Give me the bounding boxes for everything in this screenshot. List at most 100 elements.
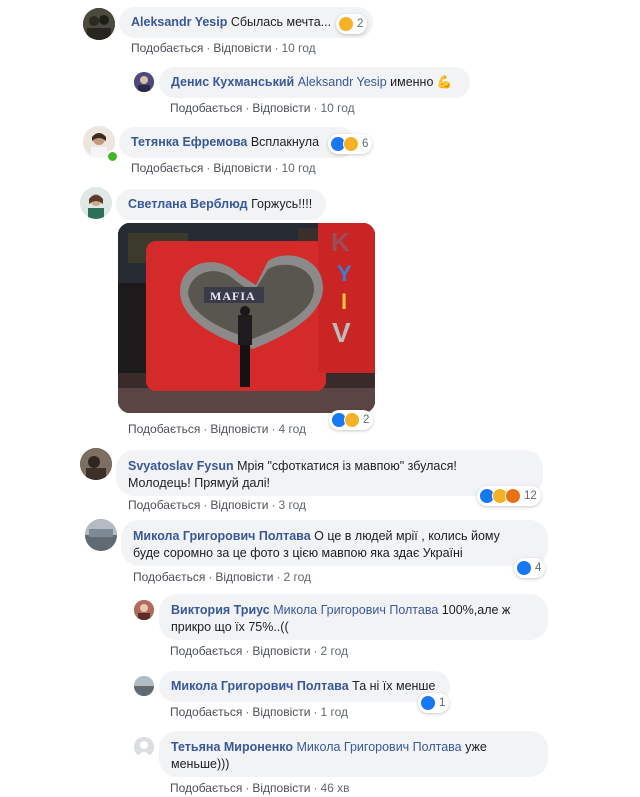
comment-actions: Подобається · Відповісти · 2 год bbox=[133, 570, 311, 584]
reaction-summary[interactable]: 4 bbox=[514, 558, 546, 578]
like-link[interactable]: Подобається bbox=[170, 644, 242, 658]
comment-bubble: Микола Григорович Полтава О це в людей м… bbox=[121, 520, 548, 566]
comment-author[interactable]: Микола Григорович Полтава bbox=[171, 679, 349, 693]
comment-author[interactable]: Svyatoslav Fysun bbox=[128, 459, 234, 473]
avatar[interactable] bbox=[134, 72, 154, 92]
reply-link[interactable]: Відповісти bbox=[252, 644, 310, 658]
comment-actions: Подобається · Відповісти · 10 год bbox=[131, 161, 316, 175]
reply-link[interactable]: Відповісти bbox=[210, 422, 268, 436]
separator: · bbox=[271, 498, 276, 512]
like-link[interactable]: Подобається bbox=[170, 781, 242, 795]
comment-author[interactable]: Виктория Триус bbox=[171, 603, 270, 617]
comment-text: Сбылась мечта... bbox=[230, 15, 332, 29]
comment-time[interactable]: 10 год bbox=[281, 41, 315, 55]
reaction-count: 2 bbox=[363, 414, 370, 426]
comment-time[interactable]: 46 хв bbox=[320, 781, 349, 795]
reply-link[interactable]: Відповісти bbox=[215, 570, 273, 584]
reply-link[interactable]: Відповісти bbox=[252, 781, 310, 795]
separator: · bbox=[274, 161, 279, 175]
separator: · bbox=[245, 705, 250, 719]
avatar[interactable] bbox=[134, 737, 154, 757]
muscle-emoji: 💪 bbox=[436, 75, 453, 89]
reply-link[interactable]: Відповісти bbox=[213, 161, 271, 175]
avatar[interactable] bbox=[80, 448, 112, 480]
comment-text: Горжусь!!!! bbox=[251, 197, 313, 211]
reaction-summary[interactable]: 1 bbox=[418, 693, 450, 713]
comment-author[interactable]: Тетьяна Мироненко bbox=[171, 740, 293, 754]
comment-time[interactable]: 3 год bbox=[278, 498, 306, 512]
separator: · bbox=[208, 570, 213, 584]
comment-bubble: Aleksandr Yesip Сбылась мечта... bbox=[119, 7, 373, 38]
mention-link[interactable]: Aleksandr Yesip bbox=[298, 75, 387, 89]
avatar[interactable] bbox=[80, 187, 112, 219]
reaction-count: 4 bbox=[535, 562, 542, 574]
reply-link[interactable]: Відповісти bbox=[213, 41, 271, 55]
comment-time[interactable]: 2 год bbox=[283, 570, 311, 584]
separator: · bbox=[313, 781, 318, 795]
comment-time[interactable]: 10 год bbox=[281, 161, 315, 175]
separator: · bbox=[245, 101, 250, 115]
separator: · bbox=[276, 570, 281, 584]
reaction-count: 2 bbox=[357, 18, 364, 30]
like-link[interactable]: Подобається bbox=[128, 422, 200, 436]
photo-letter: I bbox=[341, 289, 348, 314]
mention-link[interactable]: Микола Григорович Полтава bbox=[297, 740, 462, 754]
separator: · bbox=[245, 644, 250, 658]
comment-text: меньше))) bbox=[171, 757, 230, 771]
avatar[interactable] bbox=[85, 519, 117, 551]
reaction-summary[interactable]: 6 bbox=[328, 134, 373, 154]
separator: · bbox=[313, 644, 318, 658]
separator: · bbox=[203, 422, 208, 436]
reply-link[interactable]: Відповісти bbox=[210, 498, 268, 512]
separator: · bbox=[245, 781, 250, 795]
mention-link[interactable]: Микола Григорович Полтава bbox=[273, 603, 438, 617]
reaction-summary[interactable]: 2 bbox=[336, 14, 368, 34]
online-indicator bbox=[106, 150, 119, 163]
comment-photo[interactable]: MAFIA K Y I V bbox=[118, 223, 375, 413]
comment-author[interactable]: Светлана Верблюд bbox=[128, 197, 248, 211]
reaction-count: 12 bbox=[524, 490, 537, 502]
comment-text: Мрія "сфоткатися із мавпою" збулася! bbox=[237, 459, 457, 473]
comment-text: Молодець! Прямуй далі! bbox=[128, 476, 270, 490]
comment-bubble: Тетьяна Мироненко Микола Григорович Полт… bbox=[159, 731, 548, 777]
avatar[interactable] bbox=[134, 676, 154, 696]
comment-time[interactable]: 10 год bbox=[320, 101, 354, 115]
photo-letter: V bbox=[332, 317, 351, 348]
comment-time[interactable]: 2 год bbox=[320, 644, 348, 658]
reaction-count: 6 bbox=[362, 138, 369, 150]
reply-link[interactable]: Відповісти bbox=[252, 101, 310, 115]
comment-author[interactable]: Денис Кухманський bbox=[171, 75, 294, 89]
comment-actions: Подобається · Відповісти · 3 год bbox=[128, 498, 306, 512]
reaction-count: 1 bbox=[439, 697, 446, 709]
comment-author[interactable]: Тетянка Ефремова bbox=[131, 135, 247, 149]
photo-letter: Y bbox=[337, 261, 352, 286]
separator: · bbox=[313, 101, 318, 115]
avatar[interactable] bbox=[83, 8, 115, 40]
like-link[interactable]: Подобається bbox=[128, 498, 200, 512]
like-link[interactable]: Подобається bbox=[131, 41, 203, 55]
reaction-summary[interactable]: 12 bbox=[477, 486, 541, 506]
comment-bubble: Тетянка Ефремова Всплакнула bbox=[119, 127, 355, 158]
comment-text: Всплакнула bbox=[250, 135, 320, 149]
like-link[interactable]: Подобається bbox=[133, 570, 205, 584]
haha-icon bbox=[344, 412, 360, 428]
like-icon bbox=[516, 560, 532, 576]
comment-time[interactable]: 4 год bbox=[278, 422, 306, 436]
reply-link[interactable]: Відповісти bbox=[252, 705, 310, 719]
separator: · bbox=[206, 161, 211, 175]
like-link[interactable]: Подобається bbox=[131, 161, 203, 175]
like-link[interactable]: Подобається bbox=[170, 705, 242, 719]
comment-actions: Подобається · Відповісти · 10 год bbox=[131, 41, 316, 55]
comment-time[interactable]: 1 год bbox=[320, 705, 348, 719]
comment-actions: Подобається · Відповісти · 2 год bbox=[170, 644, 348, 658]
comment-text: прикро що їх 75%..(( bbox=[171, 620, 289, 634]
comment-author[interactable]: Aleksandr Yesip bbox=[131, 15, 227, 29]
reaction-summary[interactable]: 2 bbox=[329, 410, 374, 430]
like-link[interactable]: Подобається bbox=[170, 101, 242, 115]
separator: · bbox=[271, 422, 276, 436]
comment-text: именно bbox=[390, 75, 434, 89]
avatar[interactable] bbox=[134, 600, 154, 620]
comment-text: буде соромно за це фото з цією мавпою як… bbox=[133, 546, 463, 560]
photo-sign: MAFIA bbox=[210, 289, 256, 303]
comment-author[interactable]: Микола Григорович Полтава bbox=[133, 529, 311, 543]
